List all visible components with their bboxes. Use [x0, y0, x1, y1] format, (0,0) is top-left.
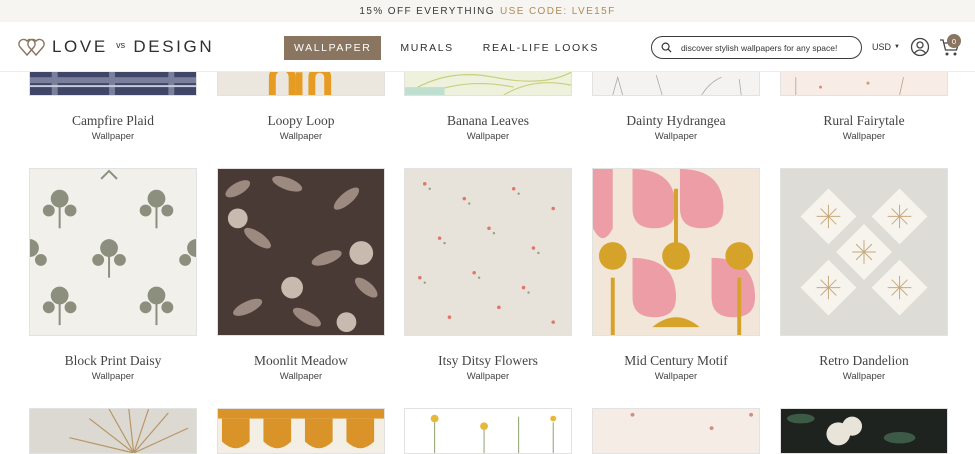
search-input[interactable]: [681, 42, 861, 53]
main-nav: WALLPAPER MURALS REAL-LIFE LOOKS: [284, 36, 618, 60]
product-type: Wallpaper: [654, 131, 698, 142]
product-name[interactable]: Loopy Loop: [217, 113, 385, 129]
logo-word-design: DESIGN: [133, 37, 215, 56]
product-image[interactable]: [217, 168, 385, 336]
product-image[interactable]: [217, 408, 385, 454]
promo-bar: 15% OFF EVERYTHING USE CODE: LVE15F: [0, 0, 975, 22]
site-header: LOVE vs DESIGN WALLPAPER MURALS REAL-LIF…: [0, 22, 975, 72]
product-image[interactable]: [404, 408, 572, 454]
nav-wallpaper[interactable]: WALLPAPER: [284, 36, 382, 60]
product-type: Wallpaper: [279, 131, 323, 142]
product-image[interactable]: [592, 168, 760, 336]
product-card-row3-2[interactable]: [217, 408, 385, 454]
product-card-retro-dandelion[interactable]: [780, 168, 948, 336]
product-type: Wallpaper: [279, 371, 323, 382]
product-type: Wallpaper: [91, 131, 135, 142]
product-type: Wallpaper: [842, 371, 886, 382]
product-image[interactable]: [592, 408, 760, 454]
product-name[interactable]: Itsy Ditsy Flowers: [404, 353, 572, 369]
product-name[interactable]: Mid Century Motif: [592, 353, 760, 369]
promo-code: USE CODE: LVE15F: [500, 5, 616, 17]
product-image[interactable]: [29, 168, 197, 336]
product-type: Wallpaper: [466, 131, 510, 142]
logo[interactable]: LOVE vs DESIGN: [18, 36, 214, 58]
product-card-mid-century-motif[interactable]: [592, 168, 760, 336]
product-type: Wallpaper: [466, 371, 510, 382]
search-icon[interactable]: [661, 42, 672, 53]
nav-real-life-looks[interactable]: REAL-LIFE LOOKS: [473, 36, 609, 60]
cart-count-badge: 0: [947, 34, 961, 48]
product-name[interactable]: Banana Leaves: [404, 113, 572, 129]
search-box[interactable]: [651, 36, 862, 59]
account-icon[interactable]: [910, 37, 930, 57]
product-card-row3-4[interactable]: [592, 408, 760, 454]
logo-text: LOVE vs DESIGN: [52, 37, 214, 57]
product-name[interactable]: Block Print Daisy: [29, 353, 197, 369]
logo-vs: vs: [116, 40, 126, 50]
product-image[interactable]: [780, 168, 948, 336]
nav-murals[interactable]: MURALS: [390, 36, 463, 60]
currency-selector[interactable]: USD ▼: [872, 42, 900, 52]
currency-value: USD: [872, 42, 892, 52]
logo-word-love: LOVE: [52, 37, 108, 56]
product-name[interactable]: Retro Dandelion: [780, 353, 948, 369]
product-card-row3-3[interactable]: [404, 408, 572, 454]
product-name[interactable]: Campfire Plaid: [29, 113, 197, 129]
product-type: Wallpaper: [842, 131, 886, 142]
product-image[interactable]: [29, 408, 197, 454]
product-card-moonlit-meadow[interactable]: [217, 168, 385, 336]
product-type: Wallpaper: [91, 371, 135, 382]
product-card-row3-1[interactable]: [29, 408, 197, 454]
chevron-down-icon: ▼: [894, 44, 900, 50]
promo-text: 15% OFF EVERYTHING: [359, 5, 495, 17]
product-card-block-print-daisy[interactable]: [29, 168, 197, 336]
product-type: Wallpaper: [654, 371, 698, 382]
product-card-row3-5[interactable]: [780, 408, 948, 454]
product-name[interactable]: Dainty Hydrangea: [592, 113, 760, 129]
product-name[interactable]: Moonlit Meadow: [217, 353, 385, 369]
product-image[interactable]: [780, 408, 948, 454]
product-image[interactable]: [404, 168, 572, 336]
product-card-itsy-ditsy-flowers[interactable]: [404, 168, 572, 336]
product-name[interactable]: Rural Fairytale: [780, 113, 948, 129]
heart-logo-icon: [18, 38, 45, 57]
